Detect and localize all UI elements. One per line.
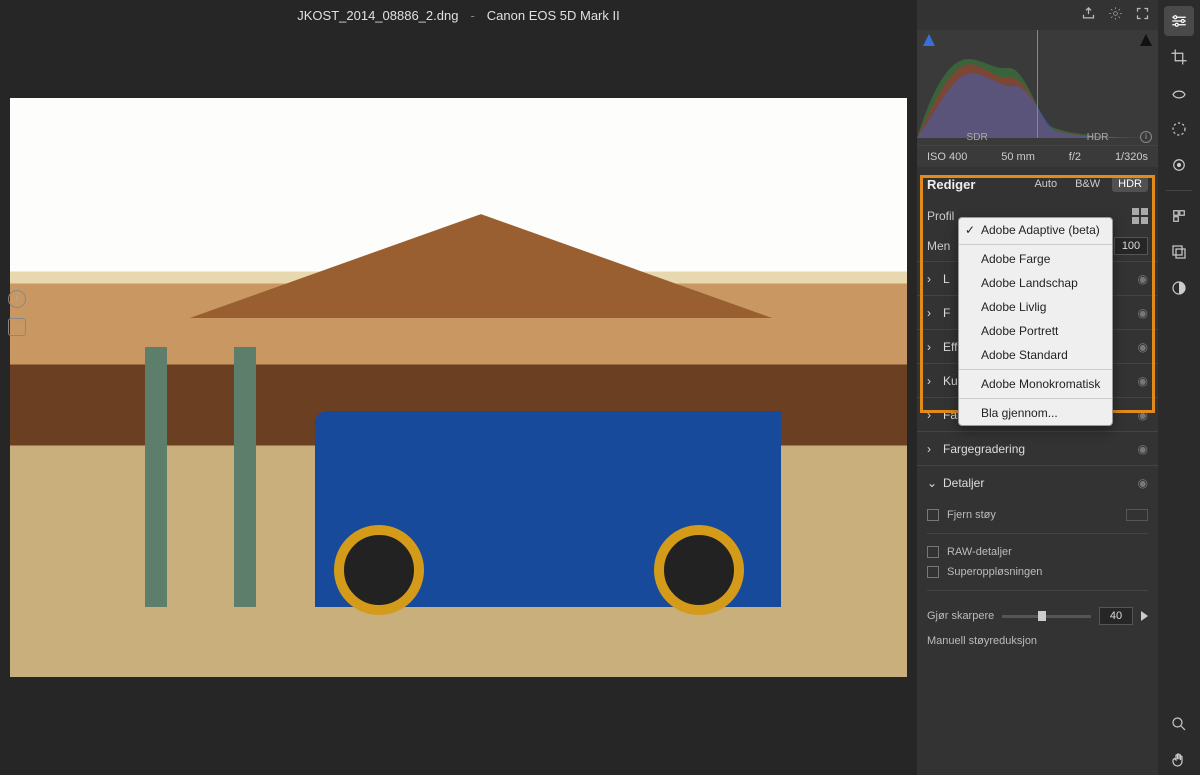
chevron-right-icon: › bbox=[927, 306, 935, 320]
denoise-label: Fjern støy bbox=[947, 509, 996, 521]
superres-checkbox[interactable] bbox=[927, 566, 939, 578]
profile-option[interactable]: Adobe Monokromatisk bbox=[959, 372, 1112, 396]
exif-shutter: 1/320s bbox=[1115, 151, 1148, 163]
image-viewport[interactable] bbox=[0, 30, 917, 775]
tool-rail bbox=[1158, 0, 1200, 775]
histogram[interactable]: SDR HDR i bbox=[917, 30, 1158, 145]
eye-icon[interactable]: ◉ bbox=[1138, 408, 1148, 422]
chevron-down-icon: ⌄ bbox=[927, 476, 935, 490]
denoise-checkbox[interactable] bbox=[927, 509, 939, 521]
zoom-tool[interactable] bbox=[1164, 709, 1194, 739]
section-details[interactable]: ⌄ Detaljer ◉ bbox=[917, 466, 1158, 499]
chevron-right-icon: › bbox=[927, 340, 935, 354]
shadow-clip-icon[interactable] bbox=[923, 34, 935, 46]
profile-option[interactable]: Adobe Livlig bbox=[959, 295, 1112, 319]
section-label: F bbox=[943, 306, 950, 320]
denoise-preview[interactable] bbox=[1126, 509, 1148, 521]
bw-button[interactable]: B&W bbox=[1069, 176, 1106, 192]
eye-icon[interactable]: ◉ bbox=[1138, 306, 1148, 320]
title-bar: JKOST_2014_08886_2.dng - Canon EOS 5D Ma… bbox=[0, 0, 917, 30]
profile-option[interactable]: Adobe Standard bbox=[959, 343, 1112, 367]
sharpen-value[interactable]: 40 bbox=[1099, 607, 1133, 625]
eye-icon[interactable]: ◉ bbox=[1138, 340, 1148, 354]
profile-label: Profil bbox=[927, 209, 954, 223]
exif-row: ISO 400 50 mm f/2 1/320s bbox=[917, 145, 1158, 167]
fullscreen-icon[interactable] bbox=[1135, 6, 1150, 24]
profile-option[interactable]: Adobe Farge bbox=[959, 247, 1112, 271]
raw-details-checkbox[interactable] bbox=[927, 546, 939, 558]
edit-panel: SDR HDR i ISO 400 50 mm f/2 1/320s Redig… bbox=[917, 0, 1158, 775]
section-label: L bbox=[943, 272, 950, 286]
profile-browser-icon[interactable] bbox=[1132, 208, 1148, 224]
profile-dropdown[interactable]: Adobe Adaptive (beta) Adobe Farge Adobe … bbox=[958, 217, 1113, 426]
eye-icon[interactable]: ◉ bbox=[1138, 476, 1148, 490]
amount-value[interactable]: 100 bbox=[1114, 237, 1148, 255]
chevron-right-icon: › bbox=[927, 272, 935, 286]
versions-tool[interactable] bbox=[1164, 237, 1194, 267]
superres-label: Superoppløsningen bbox=[947, 566, 1042, 578]
edit-header: Rediger Auto B&W HDR bbox=[917, 167, 1158, 201]
presets-tool[interactable] bbox=[1164, 201, 1194, 231]
filename: JKOST_2014_08886_2.dng bbox=[297, 8, 458, 23]
denoise-row: Fjern støy bbox=[927, 505, 1148, 525]
title-separator: - bbox=[470, 8, 474, 23]
hdr-button[interactable]: HDR bbox=[1112, 176, 1148, 192]
edit-tool[interactable] bbox=[1164, 6, 1194, 36]
section-colorgrading[interactable]: › Fargegradering ◉ bbox=[917, 432, 1158, 465]
profile-browse[interactable]: Bla gjennom... bbox=[959, 401, 1112, 425]
highlight-clip-icon[interactable] bbox=[1140, 34, 1152, 46]
hist-hdr-label: HDR bbox=[1087, 132, 1109, 143]
redeye-tool[interactable] bbox=[1164, 150, 1194, 180]
eye-icon[interactable]: ◉ bbox=[1138, 272, 1148, 286]
amount-label: Men bbox=[927, 239, 950, 253]
heal-tool[interactable] bbox=[1164, 78, 1194, 108]
auto-button[interactable]: Auto bbox=[1028, 176, 1063, 192]
eye-icon[interactable]: ◉ bbox=[1138, 374, 1148, 388]
export-icon[interactable] bbox=[1081, 6, 1096, 24]
settings-icon[interactable] bbox=[1108, 6, 1123, 24]
photo-preview bbox=[10, 98, 907, 676]
exif-iso: ISO 400 bbox=[927, 151, 967, 163]
hist-sdr-label: SDR bbox=[967, 132, 988, 143]
exif-focal: 50 mm bbox=[1001, 151, 1035, 163]
profile-option[interactable]: Adobe Landschap bbox=[959, 271, 1112, 295]
sharpen-label: Gjør skarpere bbox=[927, 610, 994, 622]
info-icon[interactable]: i bbox=[8, 290, 26, 308]
exif-aperture: f/2 bbox=[1069, 151, 1081, 163]
sharpen-slider[interactable] bbox=[1002, 615, 1091, 618]
histogram-info-icon[interactable]: i bbox=[1140, 131, 1152, 143]
chevron-right-icon: › bbox=[927, 442, 935, 456]
mask-tool[interactable] bbox=[1164, 114, 1194, 144]
lens-blur-tool[interactable] bbox=[1164, 273, 1194, 303]
chevron-right-icon: › bbox=[927, 374, 935, 388]
hand-tool[interactable] bbox=[1164, 745, 1194, 775]
manual-noise-label[interactable]: Manuell støyreduksjon bbox=[927, 625, 1148, 647]
section-label: Detaljer bbox=[943, 476, 984, 490]
sharpen-expand-icon[interactable] bbox=[1141, 611, 1148, 621]
edit-title: Rediger bbox=[927, 177, 975, 192]
camera-model: Canon EOS 5D Mark II bbox=[487, 8, 620, 23]
profile-option-adaptive[interactable]: Adobe Adaptive (beta) bbox=[959, 218, 1112, 242]
eye-icon[interactable]: ◉ bbox=[1138, 442, 1148, 456]
profile-option[interactable]: Adobe Portrett bbox=[959, 319, 1112, 343]
section-label: Fargegradering bbox=[943, 442, 1025, 456]
chevron-right-icon: › bbox=[927, 408, 935, 422]
crop-tool[interactable] bbox=[1164, 42, 1194, 72]
comment-icon[interactable]: ⋯ bbox=[8, 318, 26, 336]
raw-details-label: RAW-detaljer bbox=[947, 546, 1012, 558]
